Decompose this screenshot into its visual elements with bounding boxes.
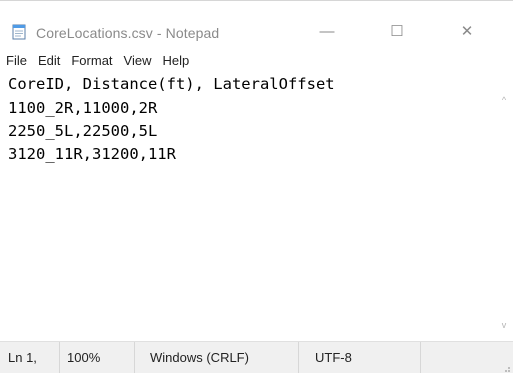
text-line: CoreID, Distance(ft), LateralOffset (8, 75, 335, 93)
minimize-icon: — (319, 22, 335, 40)
text-line: 2250_5L,22500,5L (8, 122, 158, 140)
vertical-scrollbar[interactable]: ^ v (495, 73, 513, 341)
notepad-icon (11, 24, 27, 40)
status-encoding: UTF-8 (315, 350, 352, 365)
maximize-icon: ☐ (390, 23, 404, 40)
text-line: 3120_11R,31200,11R (8, 145, 176, 163)
close-button[interactable]: ✕ (444, 15, 490, 47)
title-bar[interactable]: CoreLocations.csv - Notepad — ☐ ✕ (0, 1, 513, 48)
status-divider (59, 342, 60, 373)
close-icon: ✕ (460, 23, 474, 40)
status-zoom: 100% (67, 350, 101, 365)
resize-grip-icon[interactable] (501, 361, 511, 372)
status-divider (134, 342, 135, 373)
scroll-up-arrow-icon[interactable]: ^ (499, 95, 509, 105)
status-bar: Ln 1, 100% Windows (CRLF) UTF-8 (0, 341, 513, 373)
menu-bar: File Edit Format View Help (0, 48, 513, 72)
maximize-button[interactable]: ☐ (374, 15, 420, 47)
status-divider (420, 342, 421, 373)
text-line: 1100_2R,11000,2R (8, 99, 158, 117)
scroll-down-arrow-icon[interactable]: v (499, 320, 509, 330)
status-position: Ln 1, (8, 350, 37, 365)
text-editor[interactable]: CoreID, Distance(ft), LateralOffset 1100… (0, 73, 495, 341)
menu-view[interactable]: View (119, 53, 157, 68)
status-divider (298, 342, 299, 373)
menu-file[interactable]: File (6, 53, 32, 68)
status-line-ending: Windows (CRLF) (150, 350, 249, 365)
menu-help[interactable]: Help (157, 53, 194, 68)
minimize-button[interactable]: — (304, 15, 350, 47)
window-title: CoreLocations.csv - Notepad (36, 25, 220, 41)
notepad-window: CoreLocations.csv - Notepad — ☐ ✕ File E… (0, 0, 513, 373)
menu-format[interactable]: Format (66, 53, 117, 68)
menu-edit[interactable]: Edit (33, 53, 65, 68)
